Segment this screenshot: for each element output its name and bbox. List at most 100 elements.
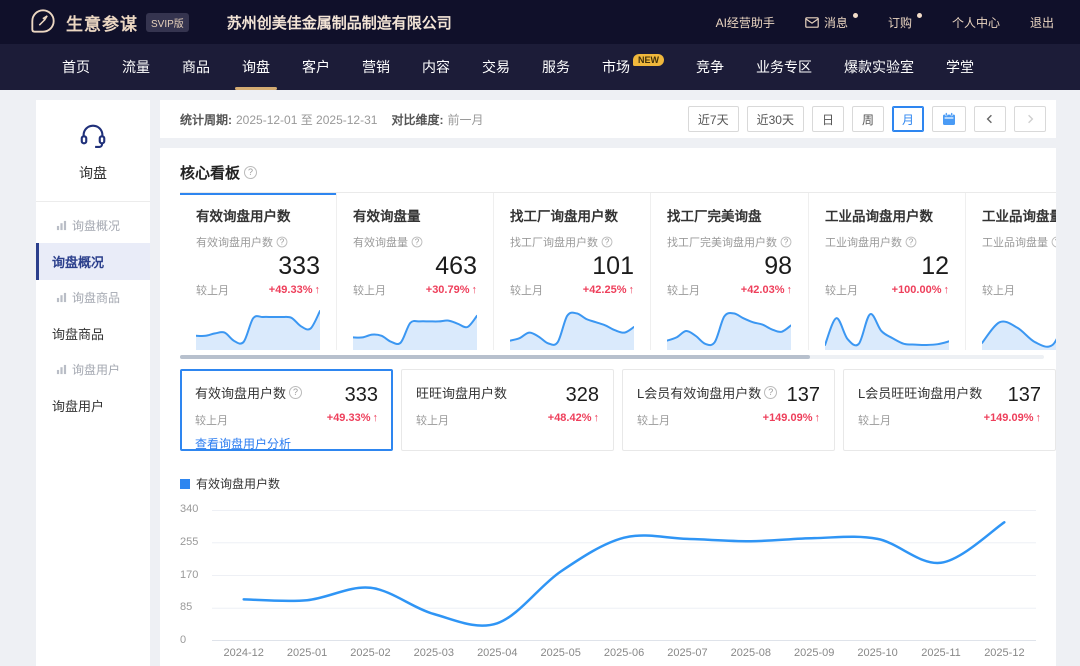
topbar: 生意参谋 SVIP版 苏州创美佳金属制品制造有限公司 AI经营助手 消息 订购 …: [0, 0, 1080, 44]
sidebar-item-inquiry-overview[interactable]: 询盘概况: [36, 243, 150, 280]
y-tick: 255: [180, 536, 208, 548]
horizontal-scrollbar-thumb[interactable]: [180, 355, 810, 359]
sidebar: 询盘 询盘概况 询盘概况 询盘商品 询盘商品 询盘用户 询盘用户: [36, 100, 150, 666]
profile-link[interactable]: 个人中心: [952, 14, 1000, 31]
x-tick: 2025-08: [719, 647, 782, 659]
change-up: +48.42%: [548, 412, 599, 428]
change-up: +149.09%: [763, 412, 820, 428]
view-inquiry-user-analysis-link[interactable]: 查看询盘用户分析: [195, 435, 378, 452]
info-icon[interactable]: [764, 386, 777, 399]
headset-icon: [78, 120, 108, 150]
legend-swatch: [180, 479, 190, 489]
nav-item-service[interactable]: 服务: [526, 44, 586, 90]
main-panel: 核心看板 有效询盘用户数 有效询盘用户数 333 较上月+49.33% 有效询盘…: [160, 148, 1056, 666]
sparkline-chart: [825, 304, 949, 350]
nav-item-traffic[interactable]: 流量: [106, 44, 166, 90]
x-tick: 2025-12: [973, 647, 1036, 659]
kpi-card-factory-perfect-inquiry[interactable]: 找工厂完美询盘 找工厂完美询盘用户数 98 较上月+42.03%: [651, 193, 809, 350]
topbar-links: AI经营助手 消息 订购 个人中心 退出: [716, 14, 1054, 31]
nav-item-trade[interactable]: 交易: [466, 44, 526, 90]
summary-value: 137: [1008, 381, 1041, 405]
kpi-card-valid-inquiry-users[interactable]: 有效询盘用户数 有效询盘用户数 333 较上月+49.33%: [180, 193, 337, 350]
logout-link[interactable]: 退出: [1030, 14, 1054, 31]
info-icon[interactable]: [906, 237, 917, 248]
chart-legend: 有效询盘用户数: [180, 475, 1056, 492]
nav-item-customers[interactable]: 客户: [286, 44, 346, 90]
brand-name: 生意参谋: [66, 10, 138, 35]
prev-period-button[interactable]: [974, 106, 1006, 132]
legend-label: 有效询盘用户数: [196, 475, 280, 492]
change-up: +100.00%: [892, 284, 949, 296]
x-tick: 2025-10: [846, 647, 909, 659]
change-up: +49.33%: [327, 412, 378, 428]
messages-link[interactable]: 消息: [805, 14, 858, 31]
kpi-card-factory-inquiry-users[interactable]: 找工厂询盘用户数 找工厂询盘用户数 101 较上月+42.25%: [494, 193, 651, 350]
x-tick: 2025-04: [466, 647, 529, 659]
kpi-card-industrial-inquiry-users[interactable]: 工业品询盘用户数 工业询盘用户数 12 较上月+100.00%: [809, 193, 966, 350]
chart-icon: [56, 292, 67, 303]
range-7d-button[interactable]: 近7天: [688, 106, 739, 132]
kpi-card-industrial-inquiries[interactable]: 工业品询盘量 工业品询盘量 较上月: [966, 193, 1056, 350]
info-icon[interactable]: [412, 237, 423, 248]
summary-card-lmember-wangwang-inquiry-users[interactable]: L会员旺旺询盘用户数 137 较上月 +149.09%: [843, 369, 1056, 451]
y-tick: 85: [180, 601, 208, 613]
info-icon[interactable]: [1052, 237, 1056, 248]
notification-dot: [853, 13, 858, 18]
range-month-button[interactable]: 月: [892, 106, 924, 132]
x-tick: 2025-07: [656, 647, 719, 659]
sidebar-group-inquiry-users[interactable]: 询盘用户: [36, 352, 150, 387]
nav-item-market[interactable]: 市场 NEW: [586, 44, 680, 90]
range-buttons: 近7天 近30天 日 周 月: [688, 106, 1046, 132]
sidebar-header: 询盘: [36, 100, 150, 202]
line-chart: 340 255 170 85 0 2024-12 2025-01 2025-02…: [180, 496, 1036, 666]
kanban-title: 核心看板: [160, 148, 1056, 183]
kpi-value: 98: [667, 252, 792, 281]
nav-item-academy[interactable]: 学堂: [930, 44, 990, 90]
sidebar-item-inquiry-users[interactable]: 询盘用户: [36, 387, 150, 424]
y-tick: 340: [180, 503, 208, 515]
kpi-card-valid-inquiries[interactable]: 有效询盘量 有效询盘量 463 较上月+30.79%: [337, 193, 494, 350]
calendar-icon: [942, 112, 956, 126]
change-up: +30.79%: [426, 284, 477, 296]
info-icon[interactable]: [781, 237, 792, 248]
company-name: 苏州创美佳金属制品制造有限公司: [227, 12, 452, 33]
x-tick: 2025-03: [402, 647, 465, 659]
kpi-value: 463: [353, 252, 477, 281]
divider: [36, 201, 150, 202]
next-period-button[interactable]: [1014, 106, 1046, 132]
ai-assistant-link[interactable]: AI经营助手: [716, 14, 775, 31]
info-icon[interactable]: [277, 237, 288, 248]
nav-item-home[interactable]: 首页: [46, 44, 106, 90]
sidebar-group-inquiry-products[interactable]: 询盘商品: [36, 280, 150, 315]
info-icon[interactable]: [244, 166, 257, 179]
summary-card-valid-inquiry-users[interactable]: 有效询盘用户数 333 较上月 +49.33% 查看询盘用户分析: [180, 369, 393, 451]
nav-item-hot-lab[interactable]: 爆款实验室: [828, 44, 930, 90]
change-up: +49.33%: [269, 284, 320, 296]
brand-logo-icon: [30, 8, 56, 37]
chevron-left-icon: [985, 114, 995, 124]
nav-item-marketing[interactable]: 营销: [346, 44, 406, 90]
sidebar-item-inquiry-products[interactable]: 询盘商品: [36, 315, 150, 352]
nav-item-competition[interactable]: 竞争: [680, 44, 740, 90]
summary-card-lmember-valid-inquiry-users[interactable]: L会员有效询盘用户数 137 较上月 +149.09%: [622, 369, 835, 451]
summary-value: 328: [566, 381, 599, 405]
range-week-button[interactable]: 周: [852, 106, 884, 132]
info-icon[interactable]: [602, 237, 613, 248]
info-icon[interactable]: [289, 386, 302, 399]
orders-link[interactable]: 订购: [888, 14, 922, 31]
x-tick: 2025-02: [339, 647, 402, 659]
y-tick: 170: [180, 569, 208, 581]
new-badge: NEW: [633, 54, 664, 66]
line-chart-plot: [212, 510, 1036, 641]
nav-item-content[interactable]: 内容: [406, 44, 466, 90]
calendar-button[interactable]: [932, 106, 966, 132]
nav-item-inquiry[interactable]: 询盘: [226, 44, 286, 90]
summary-value: 333: [345, 381, 378, 405]
horizontal-scrollbar-track: [180, 355, 1044, 359]
range-day-button[interactable]: 日: [812, 106, 844, 132]
sidebar-group-inquiry-overview[interactable]: 询盘概况: [36, 208, 150, 243]
nav-item-products[interactable]: 商品: [166, 44, 226, 90]
nav-item-business-zone[interactable]: 业务专区: [740, 44, 828, 90]
summary-card-wangwang-inquiry-users[interactable]: 旺旺询盘用户数 328 较上月 +48.42%: [401, 369, 614, 451]
range-30d-button[interactable]: 近30天: [747, 106, 804, 132]
